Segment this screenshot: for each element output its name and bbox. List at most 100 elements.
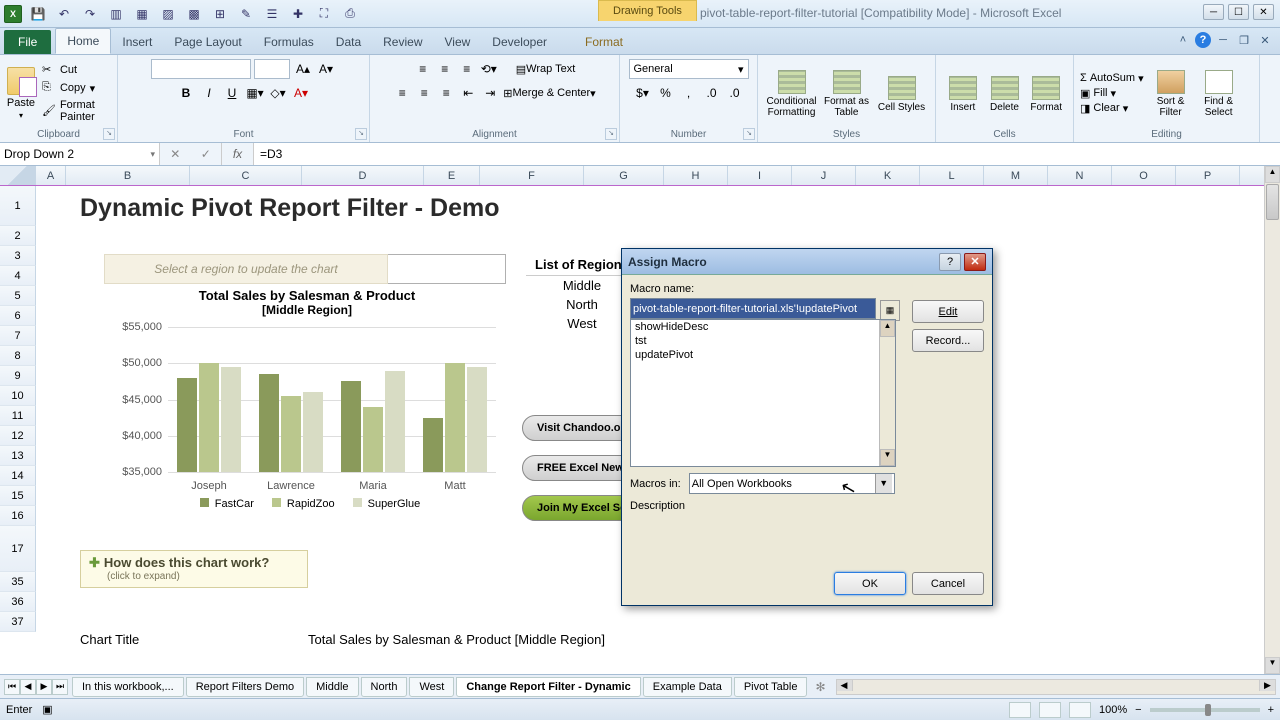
zoom-out-button[interactable]: − — [1135, 704, 1141, 716]
decrease-decimal-icon[interactable]: .0 — [725, 83, 745, 103]
font-name-dropdown[interactable] — [151, 59, 251, 79]
sheet-tab[interactable]: Example Data — [643, 677, 732, 697]
col-header-K[interactable]: K — [856, 166, 920, 185]
sheet-nav-next[interactable]: ▶ — [36, 679, 52, 695]
sheet-tab[interactable]: Pivot Table — [734, 677, 808, 697]
workbook-close-icon[interactable]: ✕ — [1256, 32, 1274, 48]
row-header-16[interactable]: 16 — [0, 506, 36, 526]
sheet-tab[interactable]: In this workbook,... — [72, 677, 184, 697]
row-header-37[interactable]: 37 — [0, 612, 36, 632]
record-button[interactable]: Record... — [912, 329, 984, 352]
col-header-D[interactable]: D — [302, 166, 424, 185]
tab-developer[interactable]: Developer — [481, 30, 558, 54]
macro-list-item[interactable]: updatePivot — [631, 348, 895, 362]
conditional-formatting-button[interactable]: Conditional Formatting — [764, 66, 819, 120]
region-dropdown[interactable] — [388, 254, 506, 284]
col-header-J[interactable]: J — [792, 166, 856, 185]
align-right-icon[interactable]: ≡ — [436, 83, 456, 103]
row-header-6[interactable]: 6 — [0, 306, 36, 326]
paste-button[interactable]: Paste▾ — [6, 65, 36, 121]
increase-decimal-icon[interactable]: .0 — [702, 83, 722, 103]
qat-icon[interactable]: ☰ — [262, 5, 282, 23]
tab-format[interactable]: Format — [574, 30, 634, 54]
cell-styles-button[interactable]: Cell Styles — [874, 72, 929, 115]
vertical-scrollbar[interactable] — [1264, 166, 1280, 674]
macro-list-item[interactable]: tst — [631, 334, 895, 348]
sheet-nav-last[interactable]: ⏭ — [52, 679, 68, 695]
row-header-4[interactable]: 4 — [0, 266, 36, 286]
insert-cells-button[interactable]: Insert — [942, 72, 984, 115]
name-box[interactable]: Drop Down 2▾ — [0, 143, 160, 165]
cancel-button[interactable]: Cancel — [912, 572, 984, 595]
how-it-works-box[interactable]: How does this chart work? (click to expa… — [80, 550, 308, 588]
font-size-dropdown[interactable] — [254, 59, 290, 79]
horizontal-scrollbar[interactable] — [836, 679, 1277, 695]
format-painter-button[interactable]: 🖌Format Painter — [40, 98, 111, 124]
row-header-13[interactable]: 13 — [0, 446, 36, 466]
zoom-in-button[interactable]: + — [1268, 704, 1274, 716]
minimize-button[interactable]: ─ — [1203, 4, 1224, 20]
edit-button[interactable]: Edit — [912, 300, 984, 323]
col-header-E[interactable]: E — [424, 166, 480, 185]
qat-icon[interactable]: ⊞ — [210, 5, 230, 23]
row-header-7[interactable]: 7 — [0, 326, 36, 346]
number-format-dropdown[interactable]: General▾ — [629, 59, 749, 79]
page-layout-view-button[interactable] — [1039, 702, 1061, 718]
align-center-icon[interactable]: ≡ — [414, 83, 434, 103]
accounting-icon[interactable]: $▾ — [633, 83, 653, 103]
minimize-ribbon-icon[interactable]: ˄ — [1174, 32, 1192, 48]
row-header-14[interactable]: 14 — [0, 466, 36, 486]
dialog-close-button[interactable]: ✕ — [964, 253, 986, 271]
number-launcher[interactable]: ↘ — [743, 128, 755, 140]
tab-view[interactable]: View — [434, 30, 482, 54]
font-launcher[interactable]: ↘ — [355, 128, 367, 140]
decrease-font-icon[interactable]: A▾ — [316, 59, 336, 79]
decrease-indent-icon[interactable]: ⇤ — [458, 83, 478, 103]
cut-button[interactable]: ✂Cut — [40, 62, 111, 78]
percent-icon[interactable]: % — [656, 83, 676, 103]
normal-view-button[interactable] — [1009, 702, 1031, 718]
zoom-level[interactable]: 100% — [1099, 704, 1127, 716]
tab-insert[interactable]: Insert — [111, 30, 163, 54]
col-header-F[interactable]: F — [480, 166, 584, 185]
qat-icon[interactable]: ⛶ — [314, 5, 334, 23]
qat-icon[interactable]: ✚ — [288, 5, 308, 23]
sort-filter-button[interactable]: Sort & Filter — [1150, 66, 1192, 120]
save-icon[interactable]: 💾 — [28, 5, 48, 23]
new-sheet-button[interactable]: ✻ — [809, 680, 831, 694]
align-bottom-icon[interactable]: ≡ — [457, 59, 477, 79]
select-all-button[interactable] — [0, 166, 36, 185]
sheet-nav-prev[interactable]: ◀ — [20, 679, 36, 695]
excel-icon[interactable]: X — [4, 5, 22, 23]
row-header-5[interactable]: 5 — [0, 286, 36, 306]
qat-icon[interactable]: ▨ — [158, 5, 178, 23]
col-header-H[interactable]: H — [664, 166, 728, 185]
list-scrollbar[interactable] — [879, 320, 895, 466]
wrap-text-button[interactable]: ▤ Wrap Text — [515, 59, 577, 79]
row-header-12[interactable]: 12 — [0, 426, 36, 446]
tab-file[interactable]: File — [4, 30, 51, 54]
qat-icon[interactable]: ⎙ — [340, 5, 360, 23]
page-break-view-button[interactable] — [1069, 702, 1091, 718]
row-header-10[interactable]: 10 — [0, 386, 36, 406]
col-header-I[interactable]: I — [728, 166, 792, 185]
range-picker-icon[interactable]: ▦ — [880, 300, 900, 321]
col-header-M[interactable]: M — [984, 166, 1048, 185]
alignment-launcher[interactable]: ↘ — [605, 128, 617, 140]
maximize-button[interactable]: ☐ — [1228, 4, 1249, 20]
sheet-tab[interactable]: Report Filters Demo — [186, 677, 304, 697]
col-header-P[interactable]: P — [1176, 166, 1240, 185]
bold-button[interactable]: B — [176, 83, 196, 103]
workbook-minimize-icon[interactable]: ─ — [1214, 32, 1232, 48]
qat-icon[interactable]: ✎ — [236, 5, 256, 23]
align-top-icon[interactable]: ≡ — [413, 59, 433, 79]
col-header-A[interactable]: A — [36, 166, 66, 185]
row-header-17[interactable]: 17 — [0, 526, 36, 572]
workbook-restore-icon[interactable]: ❐ — [1235, 32, 1253, 48]
format-as-table-button[interactable]: Format as Table — [819, 66, 874, 120]
fill-button[interactable]: ▣Fill▾ — [1080, 87, 1144, 100]
tab-pagelayout[interactable]: Page Layout — [163, 30, 252, 54]
row-header-8[interactable]: 8 — [0, 346, 36, 366]
autosum-button[interactable]: ΣAutoSum▾ — [1080, 72, 1144, 85]
redo-icon[interactable]: ↷ — [80, 5, 100, 23]
